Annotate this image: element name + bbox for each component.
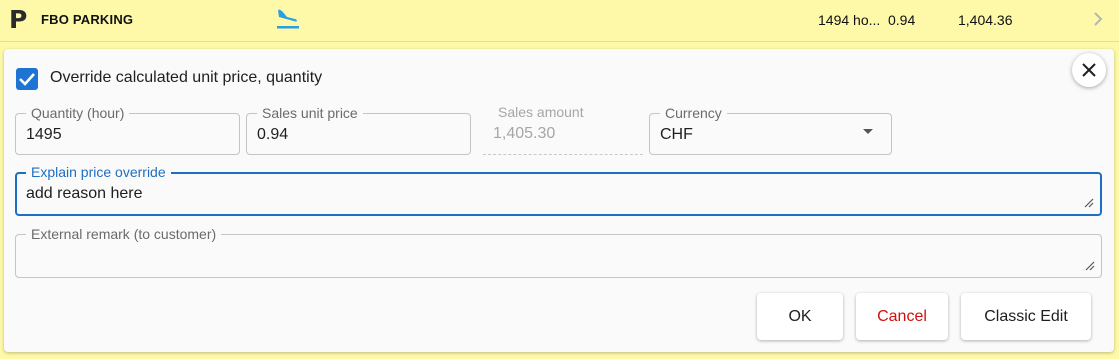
explain-override-label: Explain price override: [26, 164, 171, 180]
ok-button[interactable]: OK: [757, 293, 843, 340]
quantity-value: 1495: [26, 126, 62, 143]
currency-value: CHF: [660, 126, 693, 143]
sales-amount-label: Sales amount: [493, 104, 589, 120]
sales-unit-price-label: Sales unit price: [257, 105, 363, 121]
explain-override-value: add reason here: [26, 185, 143, 202]
check-icon: [19, 73, 35, 86]
sales-amount-field: Sales amount 1,405.30: [483, 104, 643, 155]
currency-select[interactable]: Currency CHF: [649, 105, 892, 155]
override-checkbox[interactable]: [16, 68, 38, 90]
sales-unit-price-value: 0.94: [257, 126, 289, 143]
resize-handle-icon[interactable]: [1082, 196, 1094, 208]
override-panel: Override calculated unit price, quantity…: [4, 49, 1114, 352]
chevron-right-icon[interactable]: [1091, 10, 1105, 28]
explain-override-field[interactable]: Explain price override add reason here: [15, 164, 1102, 216]
service-row[interactable]: P FBO PARKING 1494 ho... 0.94 1,404.36: [0, 0, 1119, 42]
parking-icon: P: [9, 5, 28, 34]
sales-unit-price-field[interactable]: Sales unit price 0.94: [246, 105, 471, 155]
quantity-field[interactable]: Quantity (hour) 1495: [15, 105, 240, 155]
row-unit-price: 0.94: [888, 12, 916, 28]
cancel-button[interactable]: Cancel: [856, 293, 948, 340]
close-icon: [1082, 63, 1096, 77]
close-button[interactable]: [1072, 53, 1106, 87]
airplane-landing-icon: [277, 9, 299, 29]
row-amount: 1,404.36: [958, 12, 1013, 28]
classic-edit-button[interactable]: Classic Edit: [961, 293, 1091, 340]
override-label: Override calculated unit price, quantity: [50, 69, 323, 86]
dropdown-arrow-icon: [863, 129, 873, 134]
external-remark-field[interactable]: External remark (to customer): [15, 226, 1102, 278]
quantity-label: Quantity (hour): [26, 105, 130, 121]
currency-label: Currency: [660, 105, 727, 121]
resize-handle-icon[interactable]: [1083, 259, 1095, 271]
service-name: FBO PARKING: [41, 12, 134, 27]
sales-amount-value: 1,405.30: [493, 125, 556, 142]
external-remark-label: External remark (to customer): [26, 226, 222, 242]
row-quantity: 1494 ho...: [818, 12, 881, 28]
